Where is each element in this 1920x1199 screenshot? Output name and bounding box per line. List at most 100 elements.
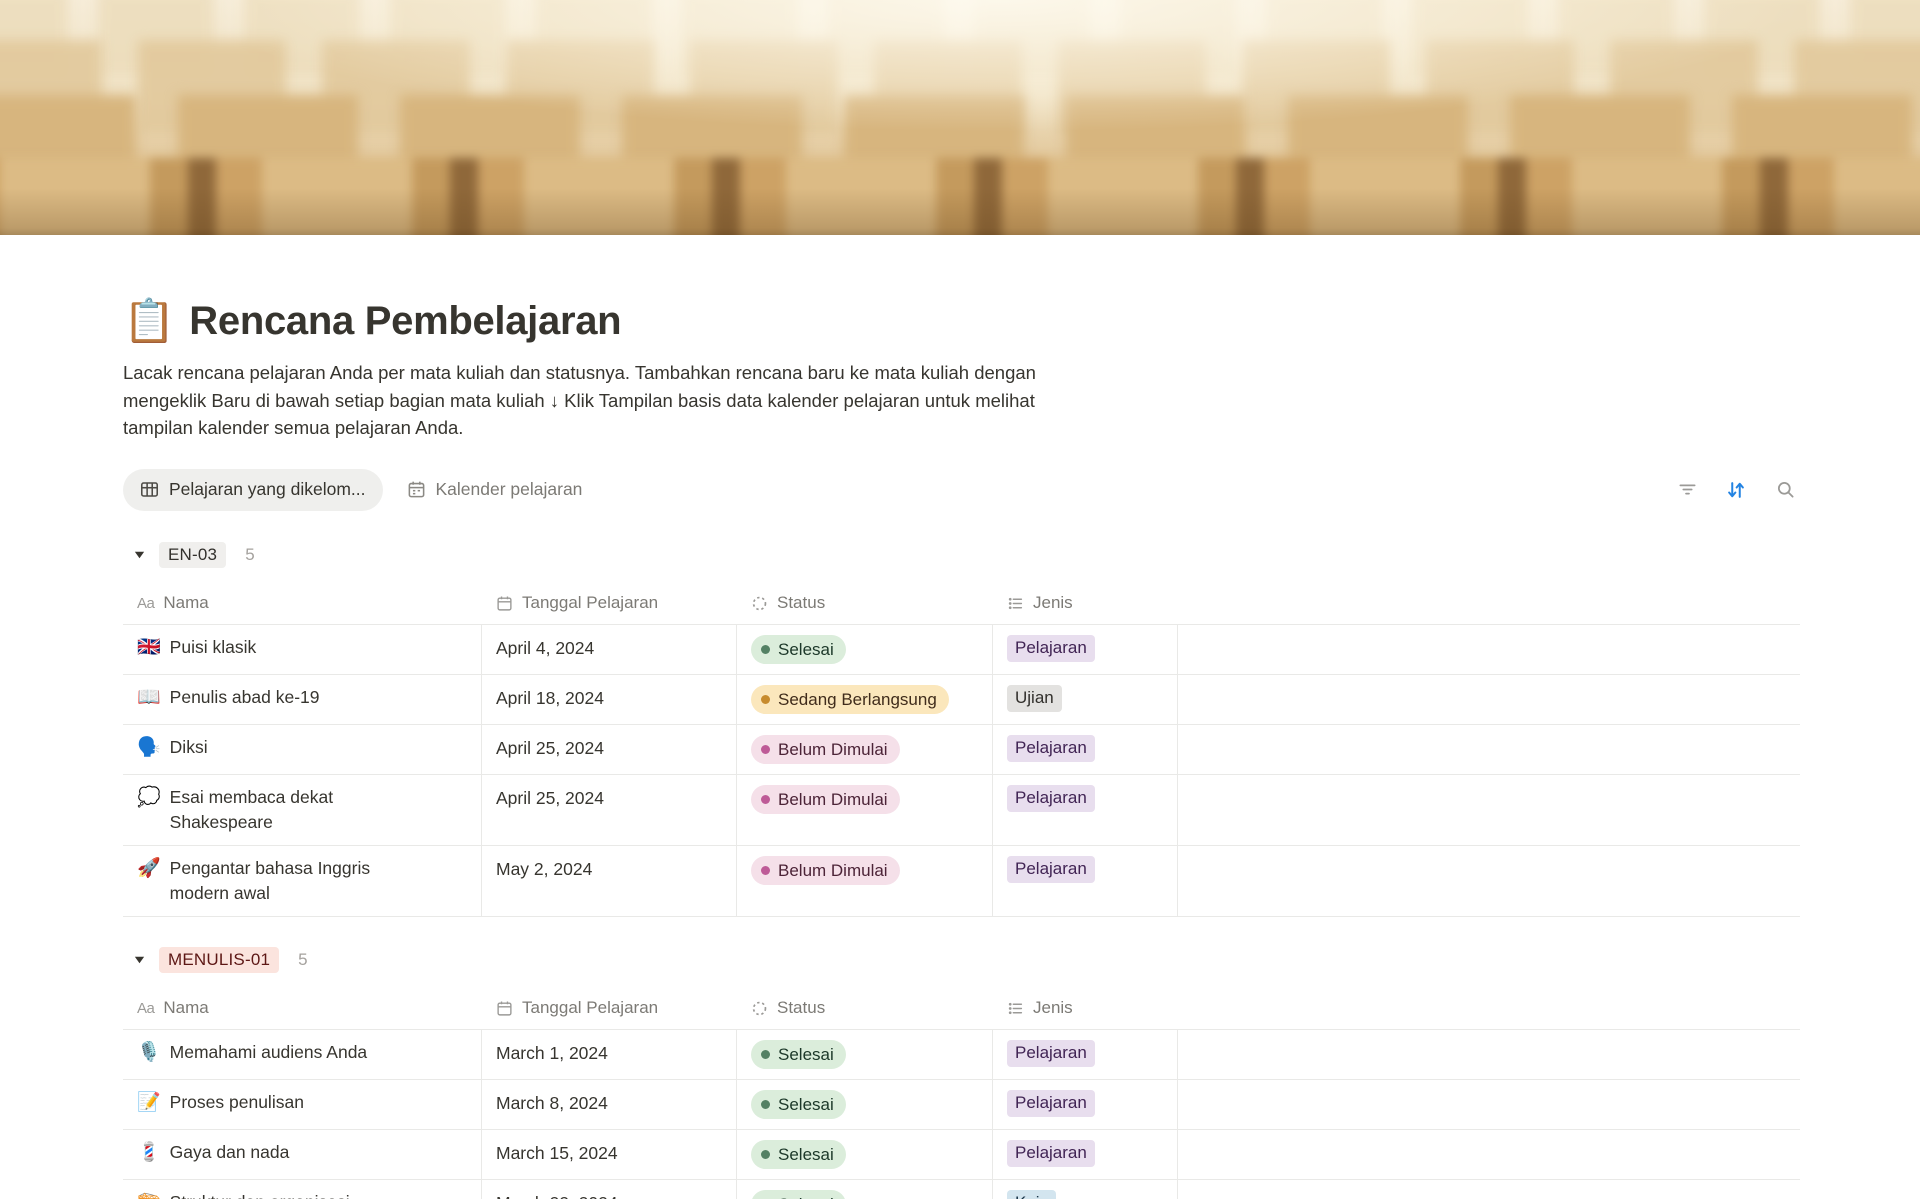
row-status-cell[interactable]: Selesai <box>737 625 993 674</box>
search-icon <box>1776 480 1795 499</box>
row-name-cell[interactable]: 💈 Gaya dan nada <box>123 1130 482 1179</box>
row-date: March 8, 2024 <box>496 1093 608 1113</box>
row-date-cell[interactable]: March 15, 2024 <box>482 1130 737 1179</box>
row-status-cell[interactable]: Selesai <box>737 1080 993 1129</box>
row-type-cell[interactable]: Pelajaran <box>993 1080 1178 1129</box>
page-header: 📋 Rencana Pembelajaran <box>123 297 1800 345</box>
row-date: March 22, 2024 <box>496 1193 618 1199</box>
column-header-jenis[interactable]: Jenis <box>993 998 1178 1018</box>
row-name-cell[interactable]: 🎙️ Memahami audiens Anda <box>123 1030 482 1079</box>
group-count: 5 <box>245 545 254 565</box>
table-row: 🗣️ Diksi April 25, 2024 Belum Dimulai Pe… <box>123 725 1800 775</box>
type-badge: Pelajaran <box>1007 735 1095 762</box>
row-empty-cell[interactable] <box>1178 1080 1800 1129</box>
row-name-cell[interactable]: 🗣️ Diksi <box>123 725 482 774</box>
status-dot-icon <box>761 795 770 804</box>
row-date-cell[interactable]: May 2, 2024 <box>482 846 737 916</box>
column-header-tanggal[interactable]: Tanggal Pelajaran <box>482 998 737 1018</box>
row-name-cell[interactable]: 💭 Esai membaca dekat Shakespeare <box>123 775 482 845</box>
row-name: Puisi klasik <box>170 635 257 660</box>
row-empty-cell[interactable] <box>1178 625 1800 674</box>
row-name: Memahami audiens Anda <box>170 1040 367 1065</box>
row-empty-cell[interactable] <box>1178 1130 1800 1179</box>
row-name-cell[interactable]: 🏗️ Struktur dan organisasi <box>123 1180 482 1199</box>
row-name-cell[interactable]: 🇬🇧 Puisi klasik <box>123 625 482 674</box>
row-status-cell[interactable]: Belum Dimulai <box>737 725 993 774</box>
row-name-cell[interactable]: 📝 Proses penulisan <box>123 1080 482 1129</box>
status-badge: Belum Dimulai <box>778 735 888 764</box>
row-name: Gaya dan nada <box>170 1140 290 1165</box>
row-date-cell[interactable]: April 4, 2024 <box>482 625 737 674</box>
row-status-cell[interactable]: Belum Dimulai <box>737 846 993 916</box>
row-date-cell[interactable]: March 1, 2024 <box>482 1030 737 1079</box>
type-badge: Pelajaran <box>1007 635 1095 662</box>
row-date: April 25, 2024 <box>496 788 604 808</box>
row-date: April 18, 2024 <box>496 688 604 708</box>
row-empty-cell[interactable] <box>1178 775 1800 845</box>
row-date-cell[interactable]: April 25, 2024 <box>482 725 737 774</box>
row-type-cell[interactable]: Pelajaran <box>993 1130 1178 1179</box>
row-name-cell[interactable]: 🚀 Pengantar bahasa Inggris modern awal <box>123 846 482 916</box>
row-empty-cell[interactable] <box>1178 846 1800 916</box>
search-button[interactable] <box>1770 475 1800 505</box>
row-date: March 1, 2024 <box>496 1043 608 1063</box>
column-header-nama[interactable]: Aa Nama <box>123 593 482 613</box>
group-toggle-icon[interactable] <box>128 544 150 566</box>
row-date-cell[interactable]: April 25, 2024 <box>482 775 737 845</box>
tab-lesson-calendar[interactable]: Kalender pelajaran <box>407 479 583 500</box>
column-header-tanggal[interactable]: Tanggal Pelajaran <box>482 593 737 613</box>
row-type-cell[interactable]: Kuis <box>993 1180 1178 1199</box>
uk-flag-icon: 🇬🇧 <box>137 635 161 660</box>
row-status-cell[interactable]: Selesai <box>737 1180 993 1199</box>
row-date-cell[interactable]: April 18, 2024 <box>482 675 737 724</box>
text-icon: Aa <box>137 1000 154 1017</box>
page-title[interactable]: Rencana Pembelajaran <box>189 299 621 344</box>
table-header-row: Aa Nama Tanggal Pelajaran Status Jenis <box>123 583 1800 625</box>
table-view-icon <box>140 480 159 499</box>
row-date-cell[interactable]: March 8, 2024 <box>482 1080 737 1129</box>
page-description[interactable]: Lacak rencana pelajaran Anda per mata ku… <box>123 359 1078 442</box>
row-name: Pengantar bahasa Inggris modern awal <box>170 856 429 906</box>
row-empty-cell[interactable] <box>1178 1030 1800 1079</box>
page-icon[interactable]: 📋 <box>123 297 175 345</box>
row-type-cell[interactable]: Ujian <box>993 675 1178 724</box>
row-type-cell[interactable]: Pelajaran <box>993 846 1178 916</box>
type-badge: Pelajaran <box>1007 1140 1095 1167</box>
sort-button[interactable] <box>1721 475 1751 505</box>
row-empty-cell[interactable] <box>1178 725 1800 774</box>
column-header-status[interactable]: Status <box>737 998 993 1018</box>
status-badge: Selesai <box>778 1040 834 1069</box>
row-type-cell[interactable]: Pelajaran <box>993 775 1178 845</box>
type-badge: Pelajaran <box>1007 1090 1095 1117</box>
group-name-badge[interactable]: EN-03 <box>159 542 226 568</box>
row-type-cell[interactable]: Pelajaran <box>993 725 1178 774</box>
row-status-cell[interactable]: Selesai <box>737 1030 993 1079</box>
row-name: Diksi <box>170 735 208 760</box>
filter-button[interactable] <box>1672 475 1702 505</box>
column-header-nama[interactable]: Aa Nama <box>123 998 482 1018</box>
tab-grouped-lessons[interactable]: Pelajaran yang dikelom... <box>123 469 383 511</box>
open-book-icon: 📖 <box>137 685 161 710</box>
row-date-cell[interactable]: March 22, 2024 <box>482 1180 737 1199</box>
row-name-cell[interactable]: 📖 Penulis abad ke-19 <box>123 675 482 724</box>
row-empty-cell[interactable] <box>1178 675 1800 724</box>
column-header-status[interactable]: Status <box>737 593 993 613</box>
column-header-jenis[interactable]: Jenis <box>993 593 1178 613</box>
building-construction-icon: 🏗️ <box>137 1190 161 1199</box>
rocket-icon: 🚀 <box>137 856 161 881</box>
group-toggle-icon[interactable] <box>128 949 150 971</box>
row-empty-cell[interactable] <box>1178 1180 1800 1199</box>
row-name: Esai membaca dekat Shakespeare <box>170 785 429 835</box>
status-dot-icon <box>761 866 770 875</box>
group-name-badge[interactable]: MENULIS-01 <box>159 947 279 973</box>
filter-icon <box>1678 480 1697 499</box>
calendar-icon <box>496 1000 513 1017</box>
status-badge: Selesai <box>778 1190 834 1199</box>
row-type-cell[interactable]: Pelajaran <box>993 625 1178 674</box>
row-status-cell[interactable]: Selesai <box>737 1130 993 1179</box>
row-status-cell[interactable]: Belum Dimulai <box>737 775 993 845</box>
row-status-cell[interactable]: Sedang Berlangsung <box>737 675 993 724</box>
row-type-cell[interactable]: Pelajaran <box>993 1030 1178 1079</box>
memo-icon: 📝 <box>137 1090 161 1115</box>
status-badge: Belum Dimulai <box>778 785 888 814</box>
